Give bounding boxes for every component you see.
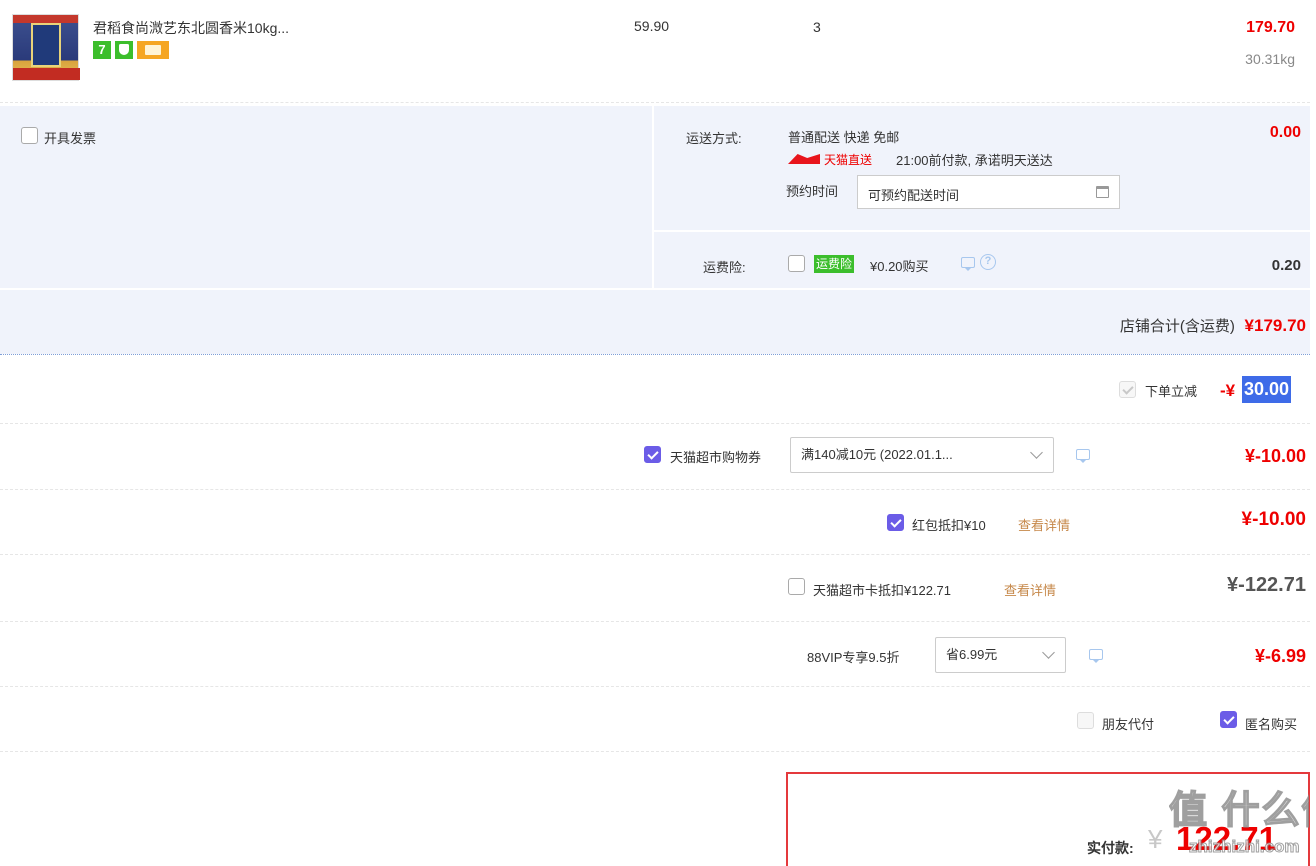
friend-pay-label: 朋友代付: [1102, 717, 1155, 732]
coupon-value: ¥-10.00: [1244, 446, 1306, 466]
book-time-label: 预约时间: [786, 184, 839, 199]
instant-discount-prefix: -¥: [1220, 381, 1236, 400]
supermarket-card-checkbox[interactable]: [788, 578, 805, 595]
seven-day-return-icon[interactable]: 7: [93, 41, 111, 59]
watermark-text: 值 什么值得买: [1169, 789, 1309, 833]
coupon-label: 天猫超市购物券: [670, 450, 762, 465]
redpack-details-link[interactable]: 查看详情: [1018, 515, 1070, 534]
coupon-select[interactable]: 满140减10元 (2022.01.1...: [790, 437, 1054, 473]
delivery-fee: 0.00: [1269, 124, 1301, 141]
insurance-fee: 0.20: [1271, 257, 1301, 274]
insurance-badge: 运费险: [814, 255, 855, 273]
friend-pay-checkbox[interactable]: [1077, 712, 1094, 729]
redpack-label: 红包抵扣¥10: [912, 518, 986, 533]
tmall-direct-tag: 天猫直送: [824, 153, 873, 167]
shop-total-value: ¥179.70: [1244, 316, 1306, 335]
delivery-method: 普通配送 快递 免邮: [788, 130, 900, 145]
product-row: 君稻食尚溦艺东北圆香米10kg... 7 59.90 3 179.70 30.3…: [0, 0, 1310, 102]
product-total: 179.70: [1246, 19, 1295, 36]
product-name[interactable]: 君稻食尚溦艺东北圆香米10kg...: [93, 18, 289, 38]
help-icon[interactable]: ?: [980, 254, 996, 270]
redpack-value: ¥-10.00: [1241, 509, 1306, 530]
card-icon[interactable]: [137, 41, 169, 59]
book-time-input[interactable]: 可预约配送时间: [857, 175, 1120, 209]
chat-bubble-icon[interactable]: [1089, 649, 1103, 663]
watermark-url: zhizhizhi.com: [1189, 837, 1300, 857]
shop-total-label: 店铺合计(含运费): [1119, 318, 1235, 335]
vip-label: 88VIP专享9.5折: [807, 650, 900, 665]
delivery-promise: 21:00前付款, 承诺明天送达: [896, 153, 1053, 168]
invoice-label[interactable]: 开具发票: [44, 128, 96, 147]
redpack-checkbox[interactable]: [887, 514, 904, 531]
shield-icon[interactable]: [115, 41, 133, 59]
vip-value: ¥-6.99: [1254, 646, 1306, 666]
calendar-icon[interactable]: [1096, 186, 1109, 198]
instant-discount-label: 下单立减: [1145, 384, 1198, 399]
pay-currency: ¥: [1148, 824, 1163, 854]
chat-bubble-icon[interactable]: [961, 257, 975, 271]
product-image[interactable]: [12, 14, 80, 81]
instant-discount-checkbox[interactable]: [1119, 381, 1136, 398]
product-weight: 30.31kg: [1245, 51, 1295, 67]
coupon-checkbox[interactable]: [644, 446, 661, 463]
order-options-panel: [0, 106, 1310, 354]
vip-select[interactable]: 省6.99元: [935, 637, 1066, 673]
anonymous-label: 匿名购买: [1245, 717, 1298, 732]
supermarket-card-label: 天猫超市卡抵扣¥122.71: [813, 583, 951, 598]
product-unit-price: 59.90: [634, 18, 670, 34]
insurance-label: 运费险:: [703, 260, 746, 275]
chat-bubble-icon[interactable]: [1076, 449, 1090, 463]
delivery-label: 运送方式:: [686, 131, 742, 146]
insurance-text: ¥0.20购买: [870, 259, 929, 274]
shop-total-row: 店铺合计(含运费) ¥179.70: [1120, 315, 1306, 336]
insurance-checkbox[interactable]: [788, 255, 805, 272]
supermarket-card-details-link[interactable]: 查看详情: [1004, 580, 1056, 599]
pay-label: 实付款:: [1087, 840, 1134, 856]
product-quantity: 3: [813, 19, 821, 35]
invoice-checkbox[interactable]: [21, 127, 38, 144]
anonymous-checkbox[interactable]: [1220, 711, 1237, 728]
watermark-logo: 值 什么值得买 zhizhizhi.com: [1167, 775, 1309, 866]
instant-discount-value: 30.00: [1242, 376, 1292, 403]
supermarket-card-value: ¥-122.71: [1227, 574, 1306, 596]
